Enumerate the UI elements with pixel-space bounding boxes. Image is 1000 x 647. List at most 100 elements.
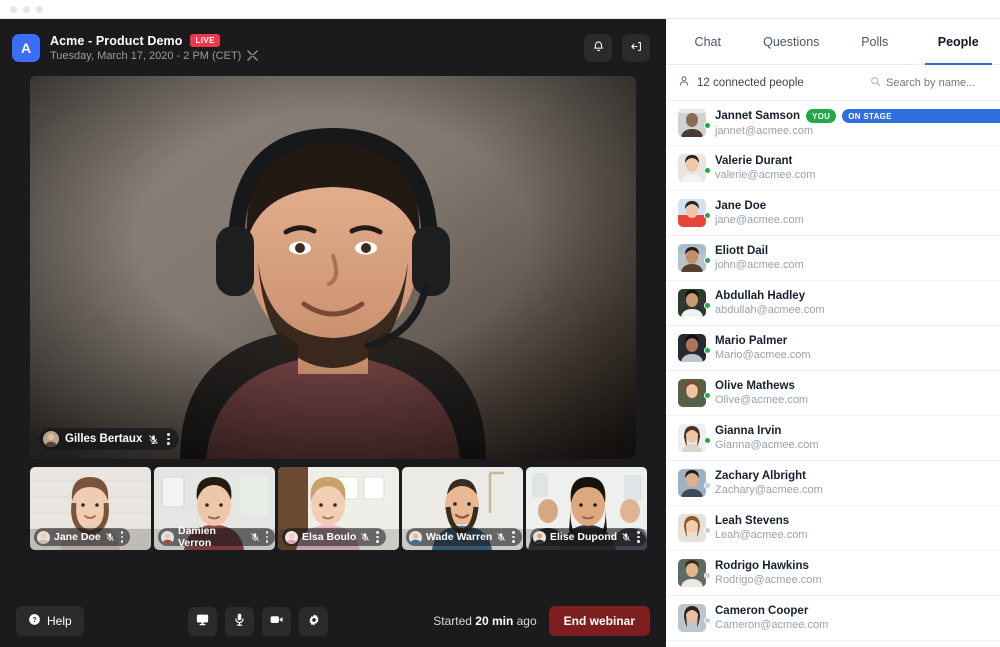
- thumbnail-menu-icon[interactable]: [635, 531, 642, 543]
- person-name-row: Valerie Durant: [715, 155, 815, 167]
- expand-icon[interactable]: [247, 50, 259, 61]
- thumbnail-menu-icon[interactable]: [119, 531, 126, 543]
- person-name: Olive Mathews: [715, 380, 795, 392]
- webinar-meta: Acme - Product Demo LIVE Tuesday, March …: [50, 34, 259, 62]
- bottom-toolbar: ? Help Started 20 min ago End webinar: [0, 595, 666, 647]
- person-name-row: Rodrigo Hawkins: [715, 560, 822, 572]
- avatar: [161, 530, 174, 544]
- list-item[interactable]: Rodrigo Hawkins Rodrigo@acmee.com: [666, 551, 1000, 596]
- connected-people-count: 12 connected people: [697, 76, 804, 89]
- list-item[interactable]: Mario Palmer Mario@acmee.com: [666, 326, 1000, 371]
- person-info: Rodrigo Hawkins Rodrigo@acmee.com: [715, 560, 822, 586]
- thumbnail-tile[interactable]: Jane Doe: [30, 467, 151, 550]
- end-webinar-button[interactable]: End webinar: [548, 606, 650, 636]
- notifications-button[interactable]: [584, 33, 612, 62]
- mic-muted-icon[interactable]: [496, 532, 506, 542]
- avatar-wrapper: [678, 424, 711, 452]
- window-minimize-dot[interactable]: [23, 5, 30, 13]
- thumbnail-tile[interactable]: Elsa Boulo: [278, 467, 399, 550]
- status-indicator-online: [704, 302, 711, 309]
- settings-button[interactable]: [299, 606, 329, 636]
- search-input[interactable]: [886, 76, 988, 89]
- list-item[interactable]: Zachary Albright Zachary@acmee.com: [666, 461, 1000, 506]
- share-screen-button[interactable]: [188, 606, 218, 636]
- window-titlebar: [0, 0, 1000, 19]
- window-maximize-dot[interactable]: [36, 5, 43, 13]
- person-info: Abdullah Hadley abdullah@acmee.com: [715, 290, 825, 316]
- collapse-panel-button[interactable]: [622, 33, 650, 62]
- person-name-row: Zachary Albright: [715, 470, 823, 482]
- avatar: [678, 424, 706, 452]
- person-name: Gianna Irvin: [715, 425, 782, 437]
- main-video-tile[interactable]: Gilles Bertaux: [30, 76, 636, 459]
- brand-logo: A: [12, 33, 40, 62]
- list-item[interactable]: Abdullah Hadley abdullah@acmee.com: [666, 281, 1000, 326]
- status-badge-you: YOU: [806, 109, 837, 123]
- thumbnail-label: Damien Verron: [158, 525, 275, 549]
- list-item[interactable]: Jannet Samson YOU ON STAGE jannet@acmee.…: [666, 101, 1000, 146]
- avatar-wrapper: [678, 559, 711, 587]
- app-body: A Acme - Product Demo LIVE Tuesday, Marc…: [0, 19, 1000, 647]
- person-info: Gianna Irvin Gianna@acmee.com: [715, 425, 819, 451]
- status-badge-on-stage: ON STAGE: [842, 109, 1000, 123]
- svg-text:?: ?: [32, 616, 36, 624]
- list-item[interactable]: Eliott Dail john@acmee.com: [666, 236, 1000, 281]
- person-name: Cameron Cooper: [715, 605, 809, 617]
- thumbnail-menu-icon[interactable]: [264, 531, 271, 543]
- mic-muted-icon[interactable]: [148, 434, 159, 445]
- webinar-title-row: Acme - Product Demo LIVE: [50, 34, 258, 48]
- avatar-wrapper: [678, 109, 711, 137]
- person-name-row: Jannet Samson YOU ON STAGE: [715, 109, 1000, 123]
- mic-muted-icon[interactable]: [105, 532, 115, 542]
- window-close-dot[interactable]: [10, 5, 17, 13]
- microphone-button[interactable]: [225, 606, 255, 636]
- avatar: [678, 244, 706, 272]
- status-indicator-online: [704, 392, 711, 399]
- list-item[interactable]: Leah Stevens Leah@acmee.com: [666, 506, 1000, 551]
- person-name-row: Cameron Cooper: [715, 605, 828, 617]
- thumbnail-tile[interactable]: Elise Dupond: [526, 467, 647, 550]
- main-speaker-label: Gilles Bertaux: [39, 428, 179, 450]
- tab-questions[interactable]: Questions: [750, 19, 834, 64]
- thumbnail-tile[interactable]: Wade Warren: [402, 467, 523, 550]
- stage-area: A Acme - Product Demo LIVE Tuesday, Marc…: [0, 19, 666, 647]
- avatar-wrapper: [678, 154, 711, 182]
- status-indicator-online: [704, 167, 711, 174]
- mic-muted-icon[interactable]: [621, 532, 631, 542]
- status-indicator-online: [704, 257, 711, 264]
- tab-polls[interactable]: Polls: [833, 19, 917, 64]
- person-email: jannet@acmee.com: [715, 125, 813, 137]
- status-indicator-offline: [704, 482, 711, 489]
- started-value: 20 min: [475, 614, 514, 628]
- list-item[interactable]: Jane Doe jane@acmee.com: [666, 191, 1000, 236]
- thumbnail-label: Elise Dupond: [530, 528, 647, 546]
- person-name: Jannet Samson: [715, 110, 800, 122]
- main-speaker-name: Gilles Bertaux: [65, 433, 143, 445]
- person-email: valerie@acmee.com: [715, 169, 816, 181]
- list-item[interactable]: Cameron Cooper Cameron@acmee.com: [666, 596, 1000, 641]
- list-item[interactable]: Valerie Durant valerie@acmee.com: [666, 146, 1000, 191]
- list-item[interactable]: Gianna Irvin Gianna@acmee.com: [666, 416, 1000, 461]
- search-box[interactable]: [870, 74, 988, 92]
- mic-muted-icon[interactable]: [360, 532, 370, 542]
- avatar: [678, 514, 706, 542]
- person-icon: [678, 74, 690, 92]
- help-button[interactable]: ? Help: [16, 606, 84, 636]
- person-info: Leah Stevens Leah@acmee.com: [715, 515, 808, 541]
- tab-chat[interactable]: Chat: [666, 19, 750, 64]
- tab-people[interactable]: People: [917, 19, 1000, 65]
- list-item[interactable]: Olive Mathews Olive@acmee.com: [666, 371, 1000, 416]
- avatar: [678, 559, 706, 587]
- thumbnail-tile[interactable]: Damien Verron: [154, 467, 275, 550]
- person-name-row: Jane Doe: [715, 200, 804, 212]
- thumbnail-menu-icon[interactable]: [374, 531, 381, 543]
- thumbnail-name: Elise Dupond: [550, 531, 618, 543]
- people-toolbar: 12 connected people: [666, 65, 1000, 101]
- person-name-row: Eliott Dail: [715, 245, 804, 257]
- camera-button[interactable]: [262, 606, 292, 636]
- side-panel: Chat Questions Polls People 12 connected…: [666, 19, 1000, 647]
- mic-muted-icon[interactable]: [250, 532, 260, 542]
- thumbnail-menu-icon[interactable]: [510, 531, 517, 543]
- person-info: Jannet Samson YOU ON STAGE jannet@acmee.…: [715, 109, 1000, 137]
- main-speaker-menu-icon[interactable]: [165, 433, 172, 445]
